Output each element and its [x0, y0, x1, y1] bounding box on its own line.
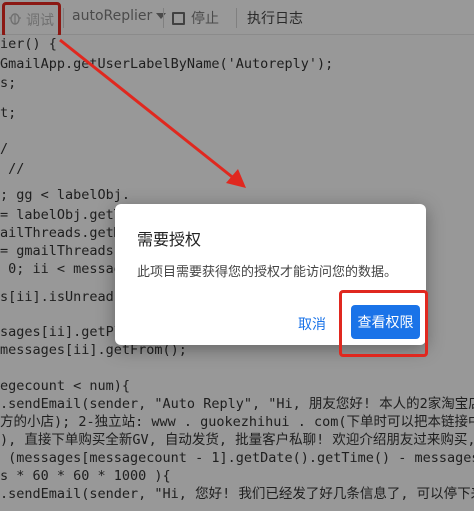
review-highlight-box — [339, 290, 428, 357]
cancel-button[interactable]: 取消 — [298, 314, 326, 334]
dialog-message: 此项目需要获得您的授权才能访问您的数据。 — [137, 265, 398, 280]
dialog-title: 需要授权 — [137, 230, 202, 249]
